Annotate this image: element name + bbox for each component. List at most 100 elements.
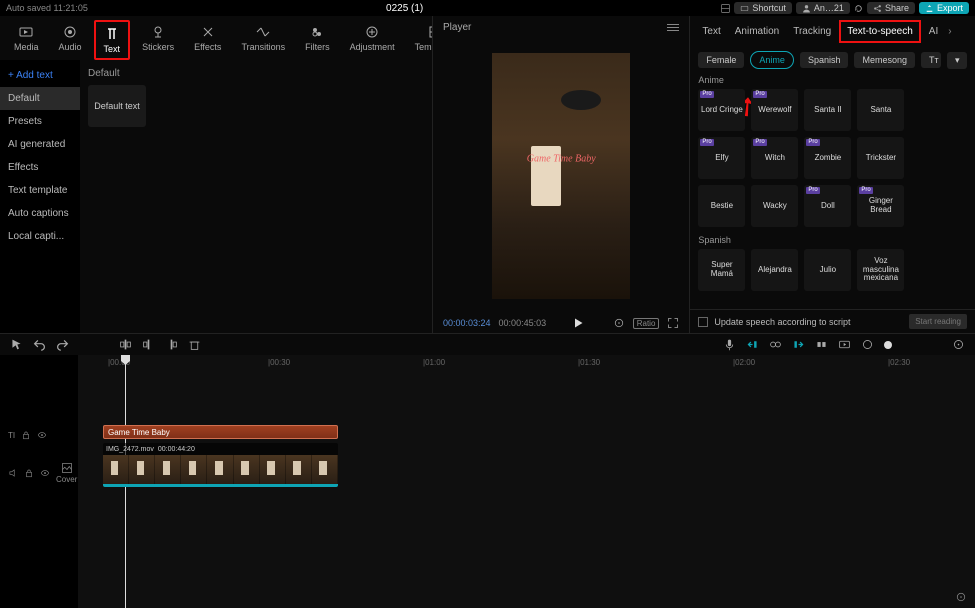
cover-button[interactable]: Cover	[56, 462, 77, 484]
link-icon[interactable]	[769, 338, 782, 351]
chevron-right-icon[interactable]: ›	[946, 26, 953, 37]
add-text-button[interactable]: Add text	[0, 64, 80, 87]
library-tab-text[interactable]: Text	[94, 20, 131, 60]
sidebar-item-ai-generated[interactable]: AI generated	[0, 133, 80, 156]
share-button[interactable]: Share	[867, 2, 915, 14]
inspector-tab-text-to-speech[interactable]: Text-to-speech	[839, 20, 921, 43]
library-tab-stickers[interactable]: Stickers	[134, 20, 182, 60]
voice-wacky[interactable]: Wacky	[751, 185, 798, 227]
filter-spanish[interactable]: Spanish	[800, 52, 849, 68]
inspector-tab-tracking[interactable]: Tracking	[787, 22, 837, 41]
filter-more-icon[interactable]: ▾	[947, 52, 967, 69]
time-ruler[interactable]: |00.00|00:30|01:00|01:30|02:00|02:30	[78, 355, 975, 373]
filter-anime[interactable]: Anime	[750, 51, 794, 69]
lock-icon[interactable]	[24, 468, 34, 478]
voice-lord-cringe[interactable]: ProLord Cringe	[698, 89, 745, 131]
split-icon[interactable]	[119, 338, 132, 351]
voice-julio[interactable]: Julio	[804, 249, 851, 291]
library-tab-effects[interactable]: Effects	[186, 20, 229, 60]
scale-icon[interactable]	[613, 317, 625, 329]
magnet-right-icon[interactable]	[792, 338, 805, 351]
inspector-tabs: TextAnimationTrackingText-to-speechAI›	[690, 16, 975, 47]
voice-bestie[interactable]: Bestie	[698, 185, 745, 227]
filter-female[interactable]: Female	[698, 52, 744, 68]
sidebar-item-default[interactable]: Default	[0, 87, 80, 110]
voice-voz-masculina-mexicana[interactable]: Voz masculina mexicana	[857, 249, 904, 291]
timeline-settings-icon[interactable]	[952, 338, 965, 351]
library-tab-transitions[interactable]: Transitions	[233, 20, 293, 60]
reload-icon[interactable]	[854, 4, 863, 13]
timeline-zoom-icon[interactable]	[955, 591, 967, 603]
delete-icon[interactable]	[188, 338, 201, 351]
filter-settings-icon[interactable]: Tᴛ	[921, 52, 941, 68]
topbar: Auto saved 11:21:05 0225 (1) Shortcut An…	[0, 0, 975, 16]
lock-icon[interactable]	[21, 430, 31, 440]
snap-icon[interactable]	[815, 338, 828, 351]
library-tab-audio[interactable]: Audio	[51, 20, 90, 60]
library-section-heading: Default	[88, 68, 424, 79]
voice-filters: Female Anime Spanish Memesong Tᴛ ▾	[690, 47, 975, 73]
ruler-mark: |02:00	[733, 358, 755, 367]
voice-werewolf[interactable]: ProWerewolf	[751, 89, 798, 131]
sidebar-item-auto-captions[interactable]: Auto captions	[0, 202, 80, 225]
fullscreen-icon[interactable]	[667, 317, 679, 329]
eye-icon[interactable]	[40, 468, 50, 478]
total-duration: 00:00:45:03	[499, 318, 547, 328]
magnet-left-icon[interactable]	[746, 338, 759, 351]
inspector-tab-animation[interactable]: Animation	[729, 22, 785, 41]
redo-icon[interactable]	[56, 338, 69, 351]
preview-icon[interactable]	[838, 338, 851, 351]
undo-icon[interactable]	[33, 338, 46, 351]
inspector-panel: TextAnimationTrackingText-to-speechAI› F…	[690, 16, 975, 333]
voice-alejandra[interactable]: Alejandra	[751, 249, 798, 291]
sidebar-item-presets[interactable]: Presets	[0, 110, 80, 133]
library-tab-media[interactable]: Media	[6, 20, 47, 60]
inspector-tab-text[interactable]: Text	[696, 22, 726, 41]
trim-right-icon[interactable]	[165, 338, 178, 351]
video-clip[interactable]: IMG_2472.mov00:00:44:20	[103, 443, 338, 487]
account-chip[interactable]: An…21	[796, 2, 850, 14]
voice-section-heading: Anime	[698, 75, 967, 85]
trim-left-icon[interactable]	[142, 338, 155, 351]
update-speech-checkbox[interactable]	[698, 317, 708, 327]
layout-icon[interactable]	[721, 4, 730, 13]
zoom-slider-icon[interactable]	[861, 338, 874, 351]
project-title: 0225 (1)	[88, 3, 721, 14]
pointer-tool-icon[interactable]	[10, 338, 23, 351]
player-menu-icon[interactable]	[667, 24, 679, 31]
voice-santa-ii[interactable]: Santa II	[804, 89, 851, 131]
mic-icon[interactable]	[723, 338, 736, 351]
video-preview[interactable]: Game Time Baby	[492, 53, 630, 299]
filter-memesong[interactable]: Memesong	[854, 52, 915, 68]
timeline-toolbar	[0, 333, 975, 355]
voice-trickster[interactable]: Trickster	[857, 137, 904, 179]
text-clip[interactable]: Game Time Baby	[103, 425, 338, 439]
zoom-handle[interactable]	[884, 341, 892, 349]
voice-elfy[interactable]: ProElfy	[698, 137, 745, 179]
library-tab-adjustment[interactable]: Adjustment	[342, 20, 403, 60]
shortcut-button[interactable]: Shortcut	[734, 2, 792, 14]
play-button[interactable]	[572, 317, 584, 329]
sidebar-item-text-template[interactable]: Text template	[0, 179, 80, 202]
timeline[interactable]: TI Cover |00.00|00:30|01:00|01:30|02:00|…	[0, 355, 975, 608]
start-reading-button[interactable]: Start reading	[909, 314, 967, 329]
sidebar-item-local-capti-[interactable]: Local capti...	[0, 225, 80, 248]
voice-ginger-bread[interactable]: ProGinger Bread	[857, 185, 904, 227]
mute-icon[interactable]	[8, 468, 18, 478]
voice-witch[interactable]: ProWitch	[751, 137, 798, 179]
default-text-thumb[interactable]: Default text	[88, 85, 146, 127]
voice-doll[interactable]: ProDoll	[804, 185, 851, 227]
export-button[interactable]: Export	[919, 2, 969, 14]
update-speech-label: Update speech according to script	[714, 317, 903, 327]
player-title: Player	[443, 22, 471, 33]
library-tab-filters[interactable]: Filters	[297, 20, 338, 60]
voice-zombie[interactable]: ProZombie	[804, 137, 851, 179]
eye-icon[interactable]	[37, 430, 47, 440]
preview-text-overlay: Game Time Baby	[527, 153, 596, 164]
sidebar-item-effects[interactable]: Effects	[0, 156, 80, 179]
ratio-button[interactable]: Ratio	[633, 318, 660, 329]
inspector-tab-ai[interactable]: AI	[923, 22, 944, 41]
ruler-mark: |00.00	[108, 358, 130, 367]
voice-super-mam-[interactable]: Super Mamá	[698, 249, 745, 291]
voice-santa[interactable]: Santa	[857, 89, 904, 131]
